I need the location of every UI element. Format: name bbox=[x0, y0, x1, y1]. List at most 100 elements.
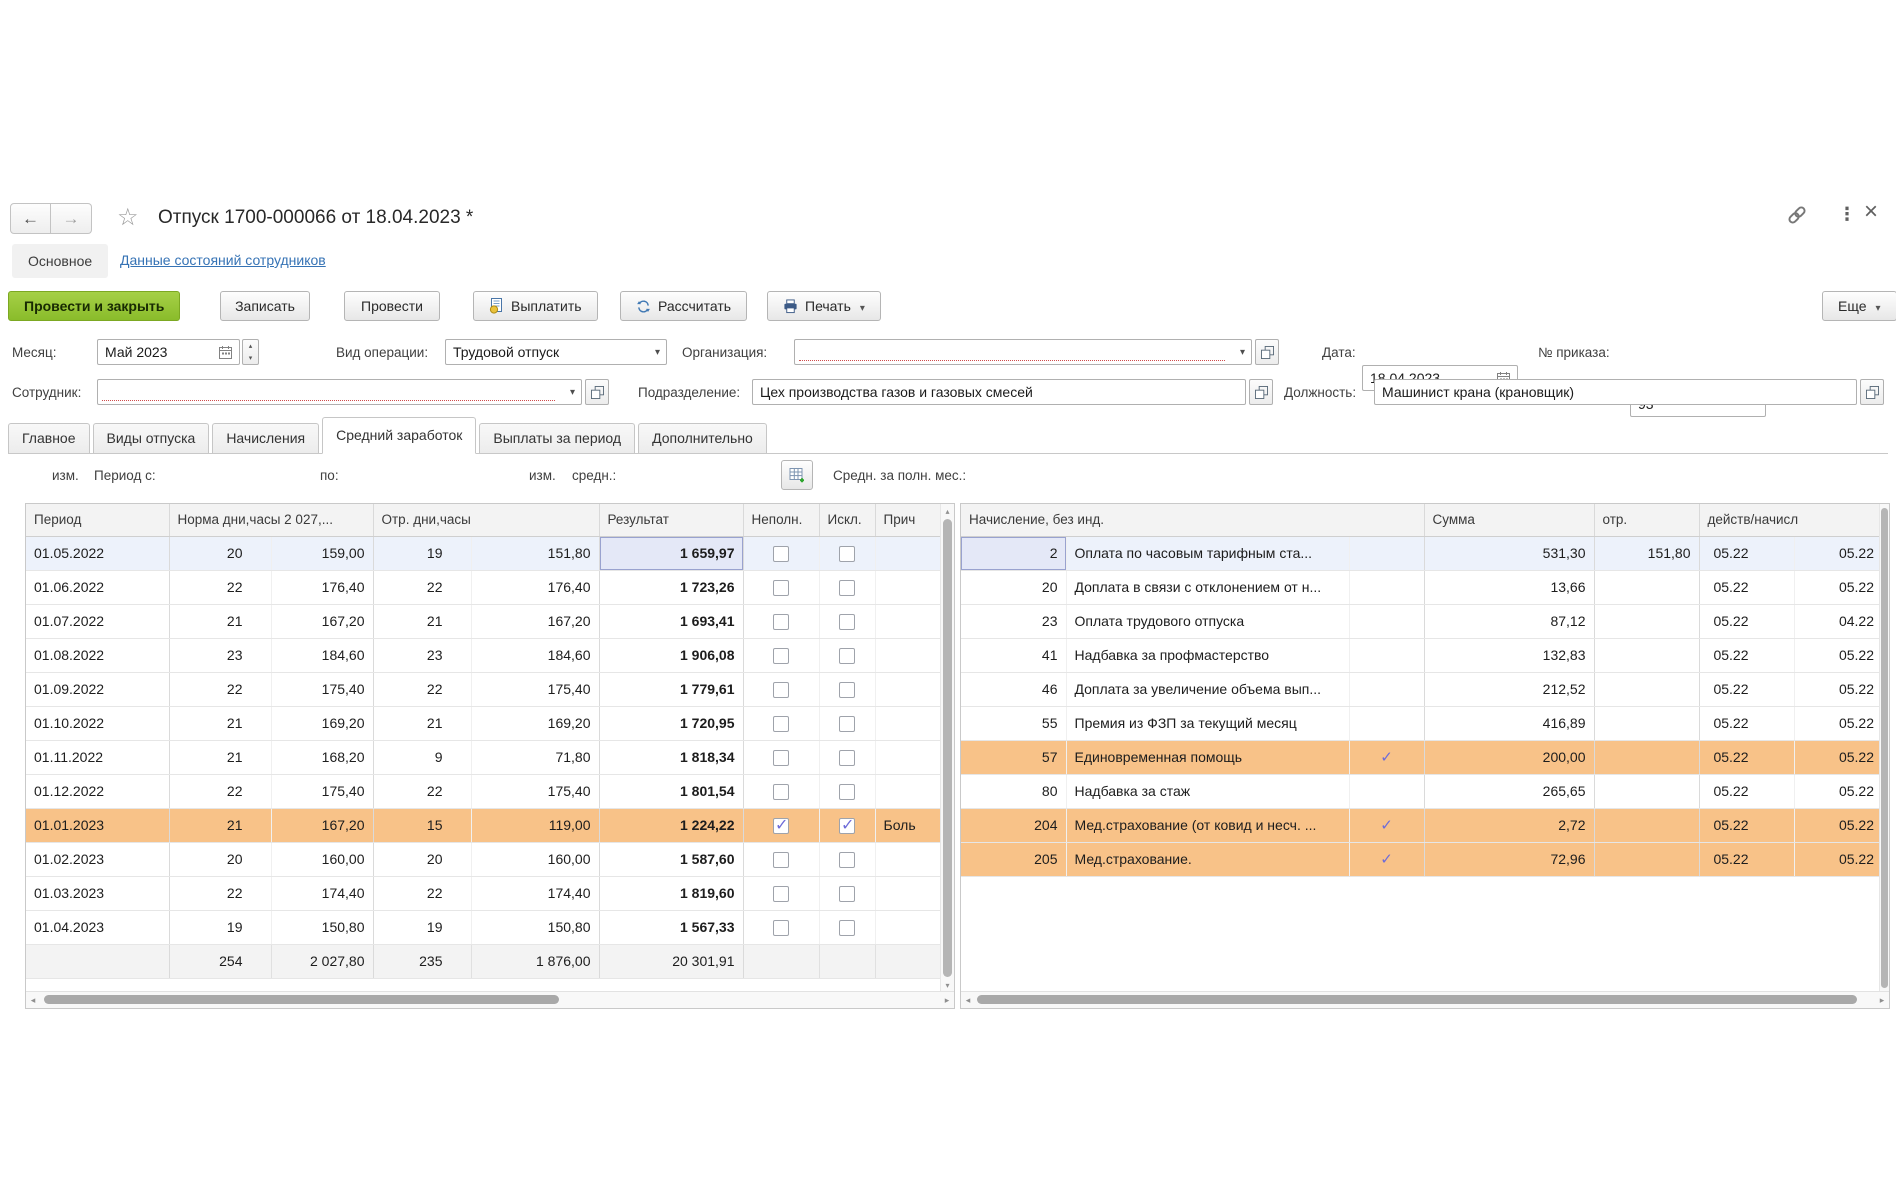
accrual-mark-cell[interactable] bbox=[1349, 638, 1424, 672]
totals-norm-hours-cell[interactable]: 2 027,80 bbox=[271, 944, 373, 978]
partial-month-cell[interactable] bbox=[743, 842, 819, 876]
worked-hours-cell[interactable]: 175,40 bbox=[471, 672, 599, 706]
checkbox-unchecked[interactable] bbox=[839, 784, 855, 800]
accrual-accr-cell[interactable]: 05.22 bbox=[1794, 536, 1882, 570]
accrual-accr-cell[interactable]: 05.22 bbox=[1794, 808, 1882, 842]
accrual-row[interactable]: 46Доплата за увеличение объема вып...212… bbox=[961, 672, 1882, 706]
accrual-sum-cell[interactable]: 13,66 bbox=[1424, 570, 1594, 604]
accrual-name-cell[interactable]: Доплата в связи с отклонением от н... bbox=[1066, 570, 1349, 604]
period-row[interactable]: 01.11.202221168,20971,801 818,34 bbox=[26, 740, 943, 774]
col-act-accr[interactable]: действ/начисл bbox=[1699, 504, 1882, 536]
accrual-row[interactable]: 57Единовременная помощь200,0005.2205.22 bbox=[961, 740, 1882, 774]
accrual-code-cell[interactable]: 20 bbox=[961, 570, 1066, 604]
checkbox-unchecked[interactable] bbox=[839, 886, 855, 902]
chevron-down-icon[interactable] bbox=[564, 380, 581, 404]
excluded-cell[interactable] bbox=[819, 842, 875, 876]
accrual-otr-cell[interactable] bbox=[1594, 638, 1699, 672]
accrual-otr-cell[interactable] bbox=[1594, 672, 1699, 706]
col-worked-days-hours[interactable]: Отр. дни,часы bbox=[373, 504, 599, 536]
accrual-code-cell[interactable]: 205 bbox=[961, 842, 1066, 876]
result-cell[interactable]: 1 693,41 bbox=[599, 604, 743, 638]
accrual-name-cell[interactable]: Мед.страхование (от ковид и несч. ... bbox=[1066, 808, 1349, 842]
period-cell[interactable]: 01.08.2022 bbox=[26, 638, 169, 672]
col-norm-days-hours[interactable]: Норма дни,часы 2 027,... bbox=[169, 504, 373, 536]
norm-days-cell[interactable]: 20 bbox=[169, 842, 271, 876]
norm-days-cell[interactable]: 23 bbox=[169, 638, 271, 672]
department-input[interactable]: Цех производства газов и газовых смесей bbox=[752, 379, 1246, 405]
col-period[interactable]: Период bbox=[26, 504, 169, 536]
checkbox-unchecked[interactable] bbox=[839, 682, 855, 698]
excluded-cell[interactable] bbox=[819, 604, 875, 638]
period-row[interactable]: 01.04.202319150,8019150,801 567,33 bbox=[26, 910, 943, 944]
accrual-act-cell[interactable]: 05.22 bbox=[1699, 774, 1794, 808]
accrual-otr-cell[interactable]: 151,80 bbox=[1594, 536, 1699, 570]
accrual-mark-cell[interactable] bbox=[1349, 536, 1424, 570]
excluded-cell[interactable] bbox=[819, 910, 875, 944]
pay-button[interactable]: Выплатить bbox=[473, 291, 598, 321]
period-row[interactable]: 01.06.202222176,4022176,401 723,26 bbox=[26, 570, 943, 604]
worked-days-cell[interactable]: 22 bbox=[373, 876, 471, 910]
partial-month-cell[interactable] bbox=[743, 638, 819, 672]
checkbox-unchecked[interactable] bbox=[839, 852, 855, 868]
accrual-otr-cell[interactable] bbox=[1594, 740, 1699, 774]
accrual-act-cell[interactable]: 05.22 bbox=[1699, 570, 1794, 604]
excluded-cell[interactable] bbox=[819, 638, 875, 672]
norm-hours-cell[interactable]: 159,00 bbox=[271, 536, 373, 570]
col-excluded[interactable]: Искл. bbox=[819, 504, 875, 536]
worked-days-cell[interactable]: 22 bbox=[373, 774, 471, 808]
worked-days-cell[interactable]: 21 bbox=[373, 604, 471, 638]
norm-hours-cell[interactable]: 174,40 bbox=[271, 876, 373, 910]
accrual-act-cell[interactable]: 05.22 bbox=[1699, 604, 1794, 638]
period-row[interactable]: 01.01.202321167,2015119,001 224,22Боль bbox=[26, 808, 943, 842]
period-cell[interactable]: 01.02.2023 bbox=[26, 842, 169, 876]
norm-days-cell[interactable]: 21 bbox=[169, 808, 271, 842]
scroll-up-arrow[interactable] bbox=[941, 504, 954, 518]
accrual-accr-cell[interactable]: 05.22 bbox=[1794, 706, 1882, 740]
partial-month-cell[interactable] bbox=[743, 536, 819, 570]
scroll-left-arrow[interactable] bbox=[961, 992, 975, 1008]
checkbox-unchecked[interactable] bbox=[839, 648, 855, 664]
period-cell[interactable]: 01.10.2022 bbox=[26, 706, 169, 740]
reason-cell[interactable] bbox=[875, 570, 943, 604]
result-cell[interactable]: 1 567,33 bbox=[599, 910, 743, 944]
reason-cell[interactable] bbox=[875, 876, 943, 910]
excluded-cell[interactable] bbox=[819, 672, 875, 706]
col-partial[interactable]: Неполн. bbox=[743, 504, 819, 536]
checkbox-unchecked[interactable] bbox=[773, 784, 789, 800]
accrual-row[interactable]: 205Мед.страхование.72,9605.2205.22 bbox=[961, 842, 1882, 876]
norm-days-cell[interactable]: 21 bbox=[169, 740, 271, 774]
worked-hours-cell[interactable]: 119,00 bbox=[471, 808, 599, 842]
scroll-right-arrow[interactable] bbox=[1875, 992, 1889, 1008]
totals-worked-days-cell[interactable]: 235 bbox=[373, 944, 471, 978]
result-cell[interactable]: 1 818,34 bbox=[599, 740, 743, 774]
period-cell[interactable]: 01.01.2023 bbox=[26, 808, 169, 842]
accrual-sum-cell[interactable]: 200,00 bbox=[1424, 740, 1594, 774]
hscroll-thumb[interactable] bbox=[977, 995, 1857, 1004]
col-sum[interactable]: Сумма bbox=[1424, 504, 1594, 536]
worked-hours-cell[interactable]: 174,40 bbox=[471, 876, 599, 910]
nav-tab-main[interactable]: Основное bbox=[12, 244, 108, 278]
norm-hours-cell[interactable]: 150,80 bbox=[271, 910, 373, 944]
checkbox-unchecked[interactable] bbox=[773, 852, 789, 868]
accrual-act-cell[interactable]: 05.22 bbox=[1699, 706, 1794, 740]
period-row[interactable]: 01.05.202220159,0019151,801 659,97 bbox=[26, 536, 943, 570]
worked-hours-cell[interactable]: 176,40 bbox=[471, 570, 599, 604]
accrual-sum-cell[interactable]: 265,65 bbox=[1424, 774, 1594, 808]
accrual-row[interactable]: 20Доплата в связи с отклонением от н... 1… bbox=[961, 570, 1882, 604]
checkbox-unchecked[interactable] bbox=[839, 920, 855, 936]
accrual-code-cell[interactable]: 80 bbox=[961, 774, 1066, 808]
accrual-otr-cell[interactable] bbox=[1594, 808, 1699, 842]
checkbox-unchecked[interactable] bbox=[773, 886, 789, 902]
accrual-act-cell[interactable]: 05.22 bbox=[1699, 740, 1794, 774]
norm-days-cell[interactable]: 19 bbox=[169, 910, 271, 944]
fill-table-button[interactable] bbox=[781, 460, 813, 490]
accrual-row[interactable]: 2Оплата по часовым тарифным ста...531,30… bbox=[961, 536, 1882, 570]
tab-vacation-types[interactable]: Виды отпуска bbox=[93, 423, 210, 453]
period-cell[interactable]: 01.04.2023 bbox=[26, 910, 169, 944]
accrual-mark-cell[interactable] bbox=[1349, 604, 1424, 638]
accrual-name-cell[interactable]: Доплата за увеличение объема вып... bbox=[1066, 672, 1349, 706]
norm-hours-cell[interactable]: 175,40 bbox=[271, 672, 373, 706]
employee-open-button[interactable] bbox=[585, 379, 609, 405]
accrual-code-cell[interactable]: 55 bbox=[961, 706, 1066, 740]
totals-empty-cell[interactable] bbox=[743, 944, 819, 978]
